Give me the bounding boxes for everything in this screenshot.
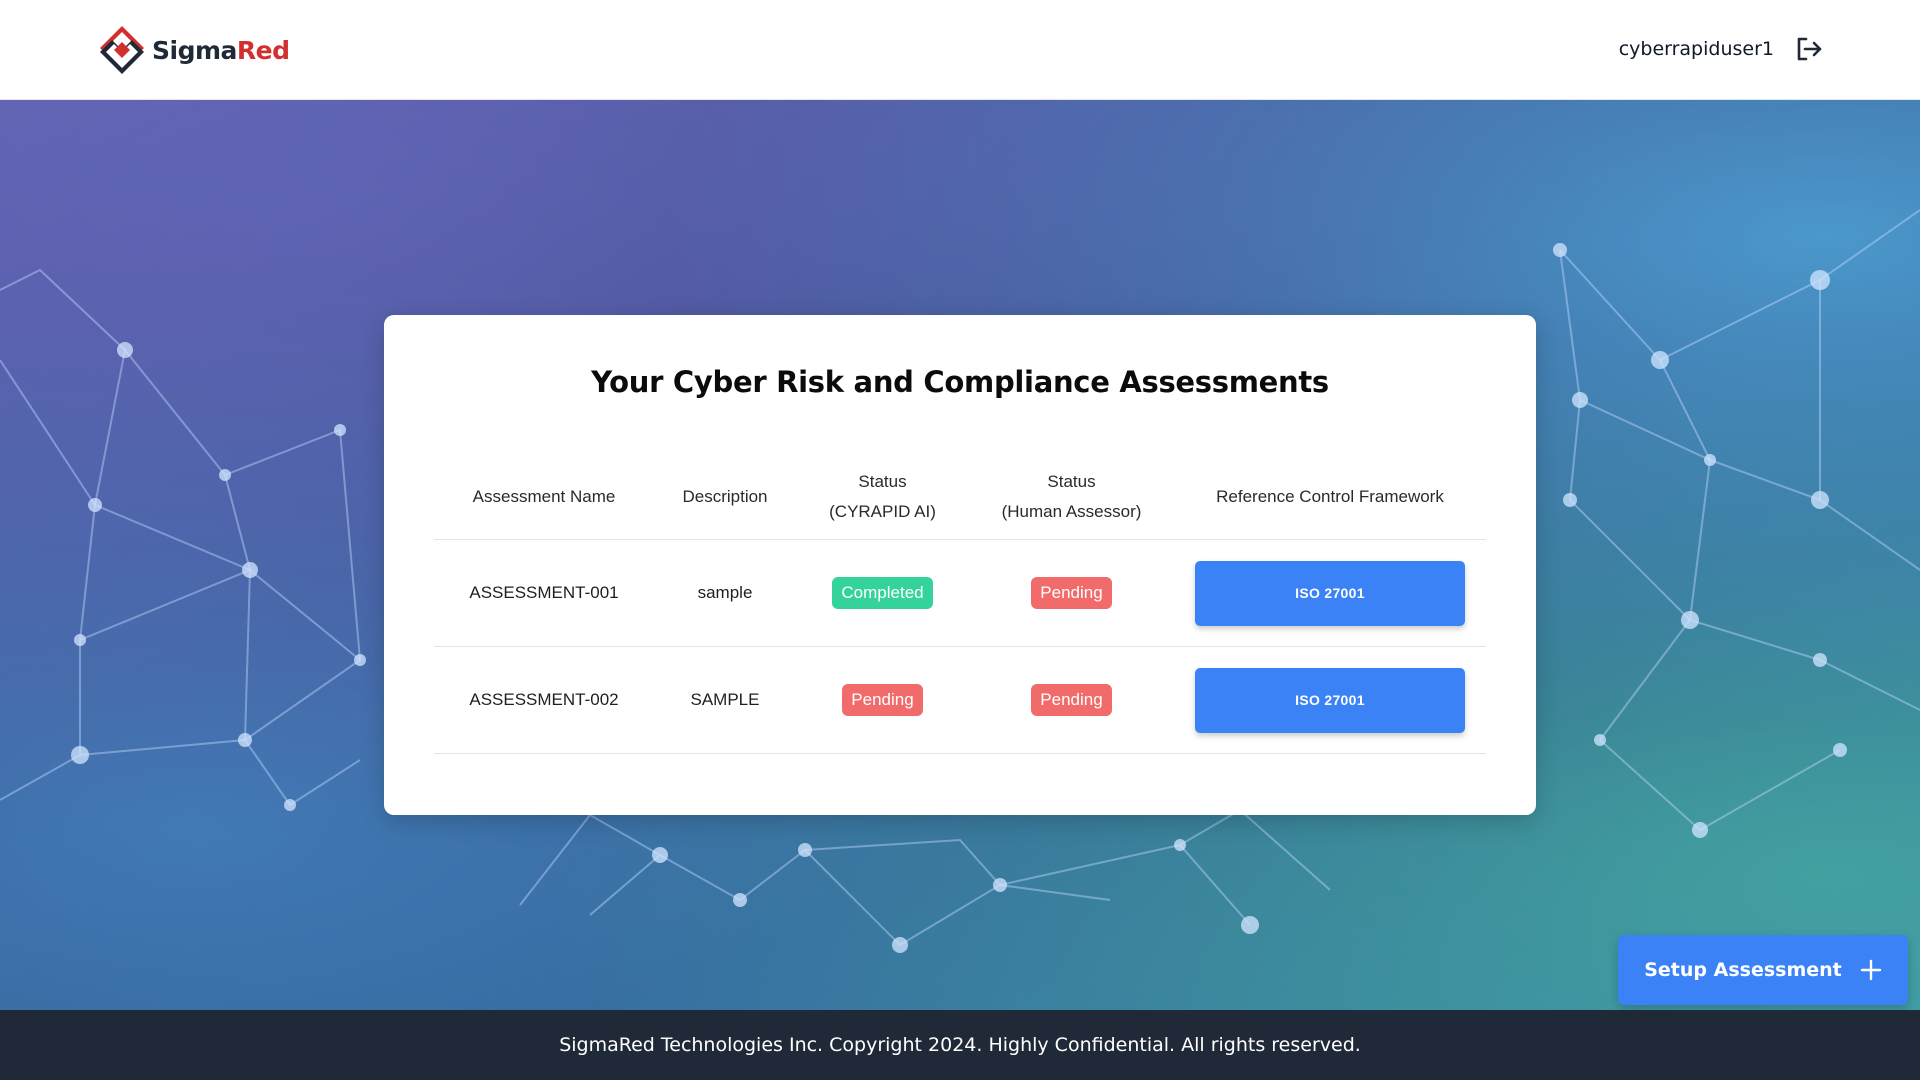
column-header-sublabel: (Human Assessor)	[1001, 502, 1142, 521]
user-area: cyberrapiduser1	[1619, 34, 1824, 64]
logo-mark-icon	[100, 26, 144, 74]
status-human-cell: Pending	[969, 577, 1174, 609]
column-header-sublabel: (CYRAPID AI)	[829, 502, 936, 521]
plus-icon	[1860, 959, 1881, 981]
status-badge: Pending	[1031, 684, 1112, 716]
assessments-table: Assessment Name Description Status (CYRA…	[434, 455, 1486, 754]
username-label: cyberrapiduser1	[1618, 38, 1774, 60]
column-header-label: Assessment Name	[472, 487, 616, 506]
top-header: SigmaRed cyberrapiduser1	[0, 0, 1920, 100]
column-header-status-human: Status (Human Assessor)	[969, 467, 1174, 527]
table-row[interactable]: ASSESSMENT-001 sample Completed Pending …	[434, 540, 1486, 647]
column-header-status-ai: Status (CYRAPID AI)	[796, 467, 969, 527]
status-badge: Completed	[832, 577, 933, 609]
column-header-label: Status	[1047, 472, 1096, 491]
column-header-assessment-name: Assessment Name	[434, 482, 654, 512]
description-cell: SAMPLE	[690, 690, 760, 709]
assessment-name-cell: ASSESSMENT-001	[469, 583, 619, 602]
description-cell: sample	[697, 583, 753, 602]
status-human-cell: Pending	[969, 684, 1174, 716]
column-header-label: Reference Control Framework	[1216, 487, 1444, 506]
logout-icon[interactable]	[1794, 34, 1824, 64]
assessments-card: Your Cyber Risk and Compliance Assessmen…	[384, 315, 1536, 815]
copyright-text: SigmaRed Technologies Inc. Copyright 202…	[559, 1034, 1361, 1056]
column-header-description: Description	[654, 482, 796, 512]
sigmared-logo[interactable]: SigmaRed	[94, 22, 290, 78]
framework-button[interactable]: ISO 27001	[1195, 667, 1465, 733]
status-ai-cell: Pending	[796, 684, 969, 716]
page-footer: SigmaRed Technologies Inc. Copyright 202…	[0, 1010, 1920, 1080]
setup-assessment-button[interactable]: Setup Assessment	[1618, 935, 1908, 1005]
assessment-name-cell: ASSESSMENT-002	[469, 690, 619, 709]
column-header-label: Description	[682, 487, 768, 506]
logo-text: SigmaRed	[152, 36, 290, 65]
column-header-label: Status	[858, 472, 907, 491]
status-ai-cell: Completed	[796, 577, 969, 609]
column-header-framework: Reference Control Framework	[1174, 482, 1486, 512]
setup-assessment-label: Setup Assessment	[1644, 959, 1842, 981]
status-badge: Pending	[842, 684, 923, 716]
table-header-row: Assessment Name Description Status (CYRA…	[434, 455, 1486, 540]
logo-text-sigma: Sigma	[152, 35, 237, 65]
framework-cell: ISO 27001	[1174, 667, 1486, 733]
framework-button[interactable]: ISO 27001	[1195, 560, 1465, 626]
framework-cell: ISO 27001	[1174, 560, 1486, 626]
logo-text-red: Red	[236, 35, 290, 65]
table-row[interactable]: ASSESSMENT-002 SAMPLE Pending Pending IS…	[434, 647, 1486, 754]
status-badge: Pending	[1031, 577, 1112, 609]
page-title: Your Cyber Risk and Compliance Assessmen…	[591, 365, 1329, 399]
